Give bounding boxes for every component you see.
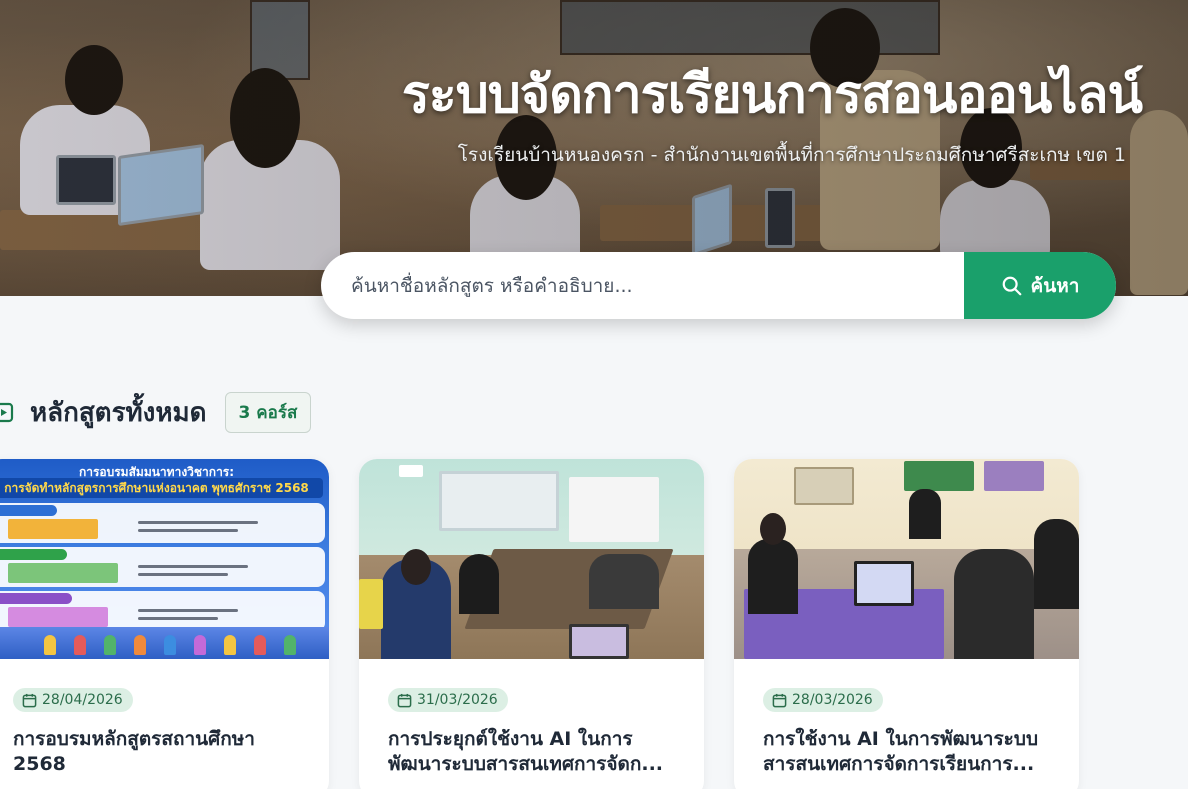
course-thumbnail [734,459,1079,659]
photo-banner [904,461,974,491]
course-card[interactable]: 31/03/2026 การประยุกต์ใช้งาน AI ในการพัฒ… [359,459,704,789]
photo-board [439,471,559,531]
photo-computer-room [734,459,1079,659]
infographic-banner: การจัดทำหลักสูตรการศึกษาแห่งอนาคต พุทธศั… [0,478,323,498]
infographic-art [8,563,118,583]
calendar-icon [397,693,412,707]
course-list-icon [0,402,14,422]
page-subtitle: โรงเรียนบ้านหนองครก - สำนักงานเขตพื้นที่… [457,144,1126,166]
photo-training-room [359,459,704,659]
photo-person [954,549,1034,659]
search-input[interactable] [321,252,964,319]
course-card[interactable]: การอบรมสัมมนาทางวิชาการ: การจัดทำหลักสูต… [0,459,329,789]
infographic-row [0,591,325,631]
course-date: 28/03/2026 [763,688,883,712]
page-title: ระบบจัดการเรียนการสอนออนไลน์ [401,65,1143,125]
search-button[interactable]: ค้นหา [964,252,1116,319]
photo-person [748,539,798,614]
infographic-row [0,547,325,587]
infographic-line [138,529,238,532]
kid-figure [134,635,146,655]
kid-figure [164,635,176,655]
photo-poster [984,461,1044,491]
search-bar: ค้นหา [321,252,1116,319]
infographic-footer [0,627,329,659]
photo-person [909,489,941,539]
course-card[interactable]: 28/03/2026 การใช้งาน AI ในการพัฒนาระบบสา… [734,459,1079,789]
photo-laptop [854,561,914,606]
infographic-art [8,607,108,627]
kid-figure [194,635,206,655]
infographic-line [138,617,218,620]
photo-person-head [401,549,431,585]
course-date-text: 28/04/2026 [42,692,123,708]
course-thumbnail [359,459,704,659]
photo-banner [359,579,383,629]
infographic-row-label [0,505,57,516]
search-button-label: ค้นหา [1030,274,1080,297]
course-title[interactable]: การใช้งาน AI ในการพัฒนาระบบสารสนเทศการจั… [763,727,1053,777]
calendar-icon [22,693,37,707]
infographic-line [138,521,258,524]
infographic-row [0,503,325,543]
kid-figure [224,635,236,655]
course-title[interactable]: การอบรมหลักสูตรสถานศึกษา 2568 [13,727,303,777]
kid-figure [254,635,266,655]
photo-person-head [760,513,786,545]
course-title[interactable]: การประยุกต์ใช้งาน AI ในการพัฒนาระบบสารสน… [388,727,678,777]
photo-laptop [569,624,629,659]
section-title: หลักสูตรทั้งหมด [30,398,207,428]
kid-figure [44,635,56,655]
calendar-icon [772,693,787,707]
course-date-text: 31/03/2026 [417,692,498,708]
photo-aircon [399,465,423,477]
photo-person [459,554,499,614]
infographic-art [8,519,98,539]
infographic-line [138,565,248,568]
kid-figure [284,635,296,655]
photo-person [589,554,659,609]
course-count-badge: 3 คอร์ส [224,392,312,433]
section-header: หลักสูตรทั้งหมด 3 คอร์ส [0,392,312,433]
course-date: 28/04/2026 [13,688,133,712]
infographic-line [138,573,228,576]
kid-figure [74,635,86,655]
search-icon [1002,276,1021,295]
kid-figure [104,635,116,655]
photo-window [794,467,854,505]
infographic-row-label [0,549,68,560]
course-date: 31/03/2026 [388,688,508,712]
infographic-line [138,609,238,612]
course-thumbnail: การอบรมสัมมนาทางวิชาการ: การจัดทำหลักสูต… [0,459,329,659]
photo-window [569,477,659,542]
course-date-text: 28/03/2026 [792,692,873,708]
infographic-row-label [0,593,73,604]
photo-person [1034,519,1079,609]
